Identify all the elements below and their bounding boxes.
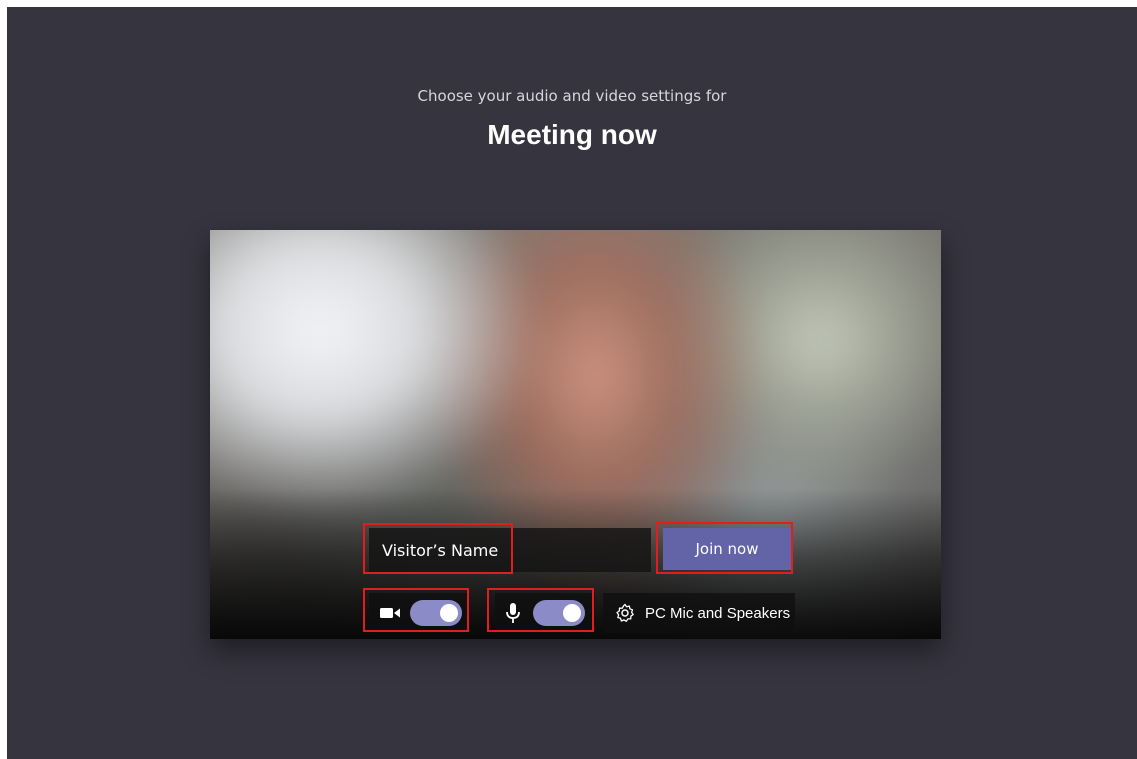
video-camera-icon xyxy=(378,601,402,625)
microphone-control xyxy=(495,593,595,633)
camera-toggle[interactable] xyxy=(410,600,462,626)
device-settings-label: PC Mic and Speakers xyxy=(645,604,791,622)
camera-toggle-knob xyxy=(440,604,458,622)
microphone-icon xyxy=(501,601,525,625)
join-now-button[interactable]: Join now xyxy=(663,528,791,570)
microphone-toggle-knob xyxy=(563,604,581,622)
video-preview: Join now xyxy=(210,230,941,639)
prejoin-subtitle: Choose your audio and video settings for xyxy=(417,87,727,105)
microphone-toggle[interactable] xyxy=(533,600,585,626)
device-settings-button[interactable]: PC Mic and Speakers xyxy=(603,593,795,633)
prejoin-screen: Choose your audio and video settings for… xyxy=(7,7,1137,759)
camera-control xyxy=(369,593,469,633)
meeting-title: Meeting now xyxy=(487,119,657,150)
display-name-input[interactable] xyxy=(369,528,651,572)
gear-icon xyxy=(613,601,637,625)
